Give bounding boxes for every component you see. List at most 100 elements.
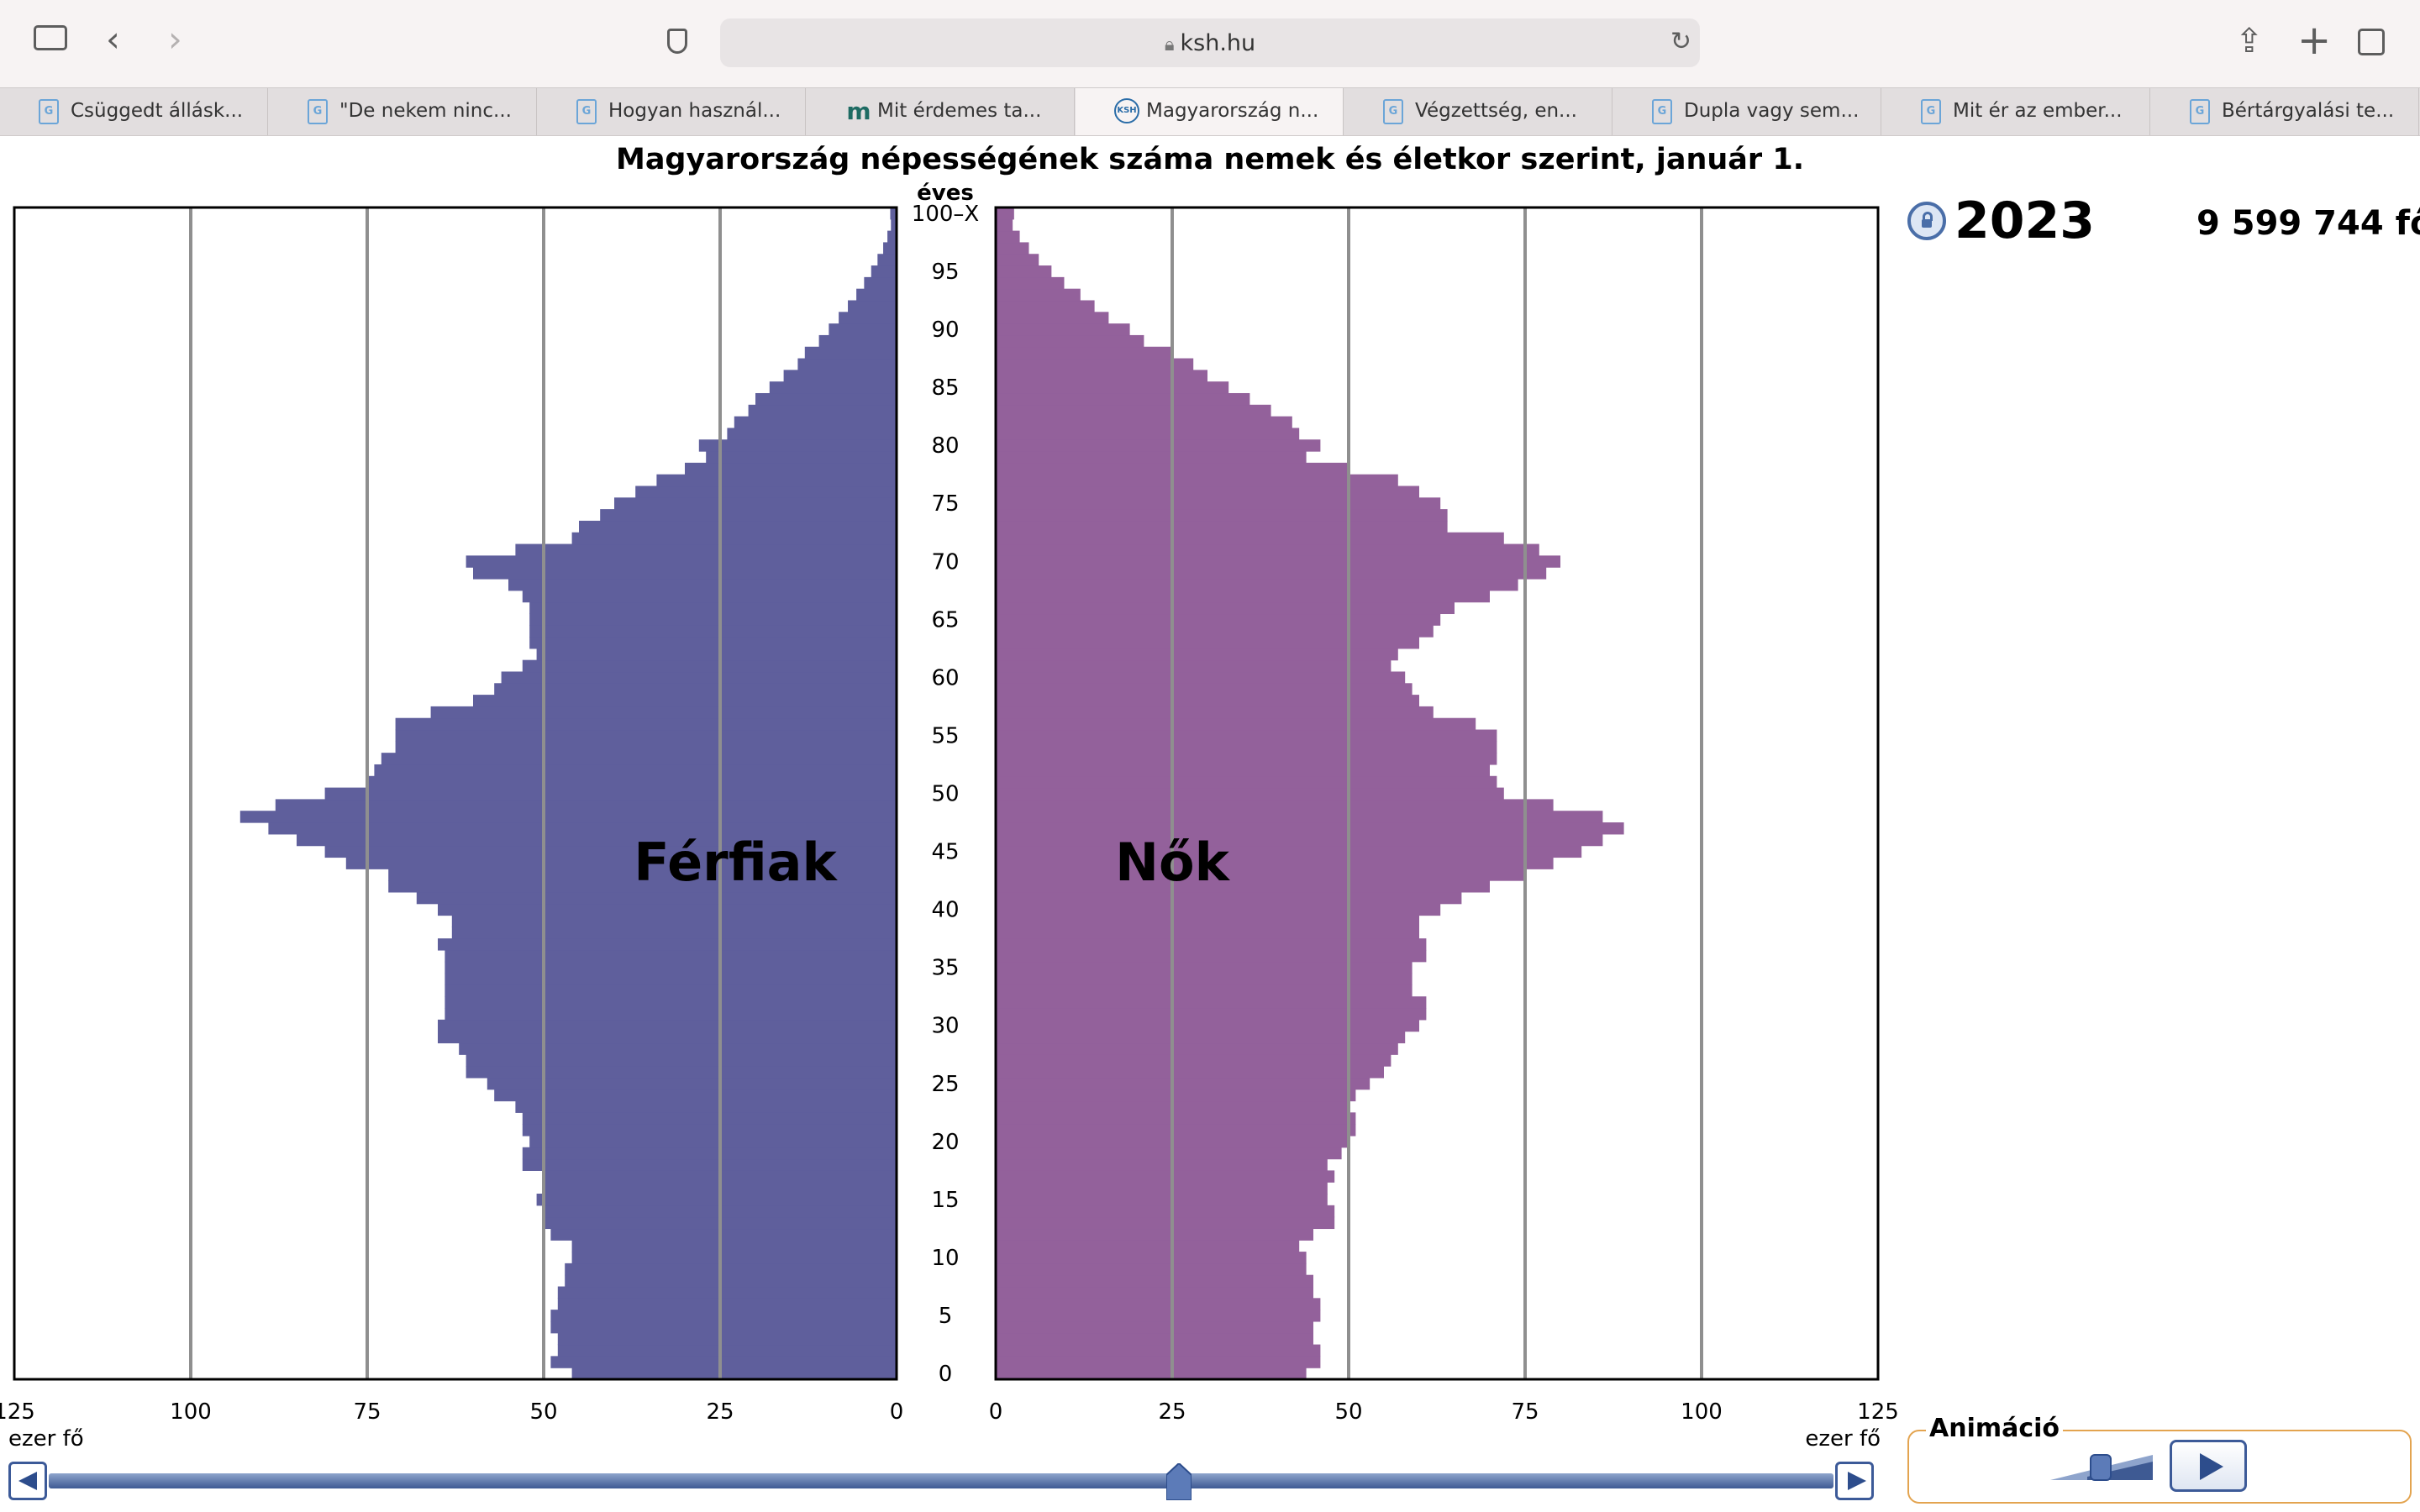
male-bar-age-86 bbox=[783, 370, 897, 382]
male-bar-age-72 bbox=[571, 532, 897, 545]
female-x-tick-label: 75 bbox=[1511, 1399, 1539, 1425]
female-bar-age-62 bbox=[996, 648, 1398, 661]
male-bar-age-67 bbox=[522, 590, 897, 603]
female-bar-age-87 bbox=[996, 358, 1194, 370]
male-bar-age-22 bbox=[522, 1112, 897, 1125]
female-bar-age-41 bbox=[996, 891, 1462, 905]
female-bar-age-65 bbox=[996, 613, 1441, 626]
male-bars bbox=[239, 207, 897, 1380]
female-bar-age-81 bbox=[996, 428, 1300, 440]
female-bar-age-60 bbox=[996, 671, 1406, 684]
female-bar-age-51 bbox=[996, 775, 1497, 789]
male-bar-age-2 bbox=[557, 1344, 897, 1357]
age-tick-label: 35 bbox=[931, 956, 959, 981]
female-bar-age-4 bbox=[996, 1320, 1313, 1334]
female-bar-age-48 bbox=[996, 811, 1603, 823]
male-bar-age-93 bbox=[856, 288, 897, 302]
female-bar-age-28 bbox=[996, 1042, 1398, 1055]
male-bar-age-89 bbox=[818, 334, 897, 348]
male-bar-age-56 bbox=[395, 717, 897, 731]
timeline-slider-thumb[interactable] bbox=[1166, 1463, 1192, 1500]
female-bar-age-89 bbox=[996, 334, 1144, 348]
male-bar-age-68 bbox=[508, 578, 897, 591]
timeline-slider[interactable] bbox=[49, 1473, 1833, 1488]
female-bar-age-2 bbox=[996, 1344, 1321, 1357]
male-bar-age-24 bbox=[494, 1089, 897, 1102]
male-bar-age-53 bbox=[381, 753, 897, 765]
age-tick-label: 40 bbox=[931, 898, 959, 923]
speed-slider[interactable] bbox=[2050, 1453, 2153, 1482]
female-bar-age-56 bbox=[996, 717, 1476, 731]
female-bar-age-79 bbox=[996, 451, 1307, 464]
male-bar-age-61 bbox=[522, 659, 897, 673]
female-bar-age-0 bbox=[996, 1368, 1307, 1380]
previous-year-button[interactable] bbox=[8, 1462, 47, 1500]
male-bar-age-77 bbox=[656, 474, 897, 487]
female-bar-age-73 bbox=[996, 520, 1448, 533]
female-bar-age-52 bbox=[996, 764, 1490, 777]
female-bar-age-25 bbox=[996, 1077, 1370, 1090]
male-x-tick-label: 0 bbox=[890, 1399, 904, 1425]
age-tick-label: 80 bbox=[931, 433, 959, 459]
female-bar-age-53 bbox=[996, 753, 1497, 765]
female-bar-age-77 bbox=[996, 474, 1398, 487]
male-bar-age-18 bbox=[522, 1158, 897, 1171]
male-bar-age-12 bbox=[550, 1228, 897, 1241]
male-bar-age-29 bbox=[438, 1031, 897, 1044]
male-bar-age-58 bbox=[473, 695, 897, 707]
male-x-tick-label: 50 bbox=[529, 1399, 557, 1425]
female-bar-age-11 bbox=[996, 1240, 1300, 1252]
male-bar-age-85 bbox=[769, 381, 897, 394]
male-x-tick-label: 25 bbox=[706, 1399, 734, 1425]
male-bar-age-74 bbox=[600, 509, 897, 522]
female-bar-age-50 bbox=[996, 787, 1504, 801]
female-bar-age-38 bbox=[996, 927, 1419, 939]
male-x-tick-label: 75 bbox=[353, 1399, 381, 1425]
age-tick-label: 70 bbox=[931, 549, 959, 575]
male-bar-age-5 bbox=[550, 1310, 897, 1322]
play-button[interactable] bbox=[2170, 1440, 2247, 1492]
female-bar-age-98 bbox=[996, 230, 1020, 244]
female-bar-age-80 bbox=[996, 439, 1321, 452]
female-bar-age-31 bbox=[996, 1008, 1427, 1021]
x-axis-label-right: ezer fő bbox=[1805, 1426, 1881, 1452]
female-bar-age-27 bbox=[996, 1054, 1392, 1067]
female-bar-age-94 bbox=[996, 276, 1065, 290]
male-bar-age-69 bbox=[473, 567, 897, 580]
age-tick-label: 75 bbox=[931, 491, 959, 517]
male-bar-age-90 bbox=[829, 323, 897, 336]
female-bar-age-84 bbox=[996, 392, 1250, 406]
age-tick-label: 20 bbox=[931, 1130, 959, 1155]
male-bar-age-31 bbox=[445, 1008, 897, 1021]
lock-icon[interactable] bbox=[1907, 202, 1946, 240]
female-bar-age-42 bbox=[996, 880, 1490, 893]
female-bar-age-63 bbox=[996, 637, 1419, 649]
year-display: 2023 bbox=[1954, 192, 2095, 250]
male-bar-age-95 bbox=[871, 265, 897, 278]
male-bar-age-70 bbox=[466, 555, 897, 568]
male-bar-age-33 bbox=[445, 984, 897, 997]
female-bar-age-61 bbox=[996, 659, 1392, 673]
female-bar-age-49 bbox=[996, 799, 1554, 811]
female-bar-age-21 bbox=[996, 1124, 1356, 1137]
female-bar-age-30 bbox=[996, 1019, 1419, 1032]
male-bar-age-39 bbox=[451, 915, 897, 927]
male-bar-age-34 bbox=[445, 973, 897, 985]
male-bar-age-1 bbox=[550, 1356, 897, 1368]
female-bar-age-69 bbox=[996, 567, 1547, 580]
male-bar-age-23 bbox=[515, 1100, 897, 1113]
female-bar-age-71 bbox=[996, 543, 1539, 556]
female-bar-age-97 bbox=[996, 242, 1029, 255]
female-bar-age-58 bbox=[996, 695, 1419, 707]
next-year-button[interactable] bbox=[1835, 1462, 1874, 1500]
y-axis-label: éves bbox=[917, 181, 974, 206]
female-bar-age-64 bbox=[996, 625, 1434, 638]
male-bar-age-25 bbox=[487, 1077, 897, 1090]
male-bar-age-64 bbox=[529, 625, 897, 638]
male-bar-age-88 bbox=[804, 346, 897, 360]
female-bar-age-45 bbox=[996, 845, 1582, 858]
female-bar-age-17 bbox=[996, 1170, 1335, 1183]
male-x-tick-label: 125 bbox=[0, 1399, 35, 1425]
female-bars bbox=[996, 207, 1624, 1380]
male-bar-age-54 bbox=[395, 741, 897, 753]
